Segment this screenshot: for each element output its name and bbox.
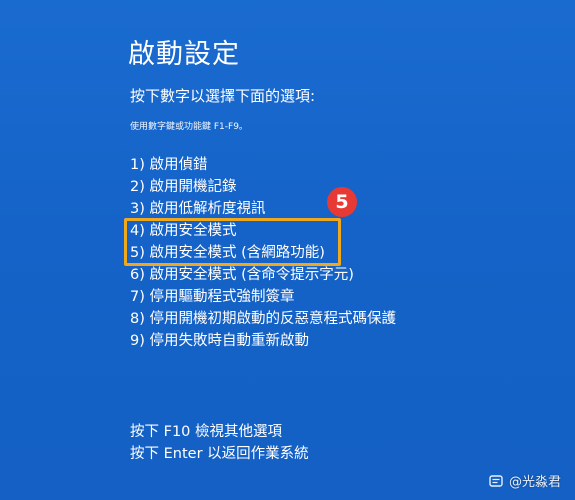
footer-instructions: 按下 F10 檢視其他選項 按下 Enter 以返回作業系統 xyxy=(130,421,309,465)
watermark: @光淼君 xyxy=(489,471,561,490)
option-enable-safe-mode[interactable]: 4) 啟用安全模式 xyxy=(130,220,396,242)
option-enable-boot-logging[interactable]: 2) 啟用開機記錄 xyxy=(130,176,396,198)
option-disable-driver-signature-enforcement[interactable]: 7) 停用驅動程式強制簽章 xyxy=(130,286,396,308)
f10-more-options-text: 按下 F10 檢視其他選項 xyxy=(130,424,283,440)
toutiao-icon xyxy=(489,474,503,489)
step-number-badge: 5 xyxy=(327,187,357,217)
enter-return-text: 按下 Enter 以返回作業系統 xyxy=(130,446,309,462)
instruction-text: 按下數字以選擇下面的選項: xyxy=(130,87,316,105)
startup-settings-screen: 啟動設定 按下數字以選擇下面的選項: 使用數字鍵或功能鍵 F1-F9。 1) 啟… xyxy=(0,0,575,500)
option-enable-safe-mode-networking[interactable]: 5) 啟用安全模式 (含網路功能) xyxy=(130,242,396,264)
startup-options-list: 1) 啟用偵錯 2) 啟用開機記錄 3) 啟用低解析度視訊 4) 啟用安全模式 … xyxy=(130,154,396,352)
page-title: 啟動設定 xyxy=(128,39,240,70)
option-enable-safe-mode-command-prompt[interactable]: 6) 啟用安全模式 (含命令提示字元) xyxy=(130,264,396,286)
option-disable-auto-restart[interactable]: 9) 停用失敗時自動重新啟動 xyxy=(130,330,396,352)
option-disable-early-launch-antimalware[interactable]: 8) 停用開機初期啟動的反惡意程式碼保護 xyxy=(130,308,396,330)
watermark-text: @光淼君 xyxy=(508,475,561,490)
option-enable-debugging[interactable]: 1) 啟用偵錯 xyxy=(130,154,396,176)
key-hint-text: 使用數字鍵或功能鍵 F1-F9。 xyxy=(130,122,248,132)
